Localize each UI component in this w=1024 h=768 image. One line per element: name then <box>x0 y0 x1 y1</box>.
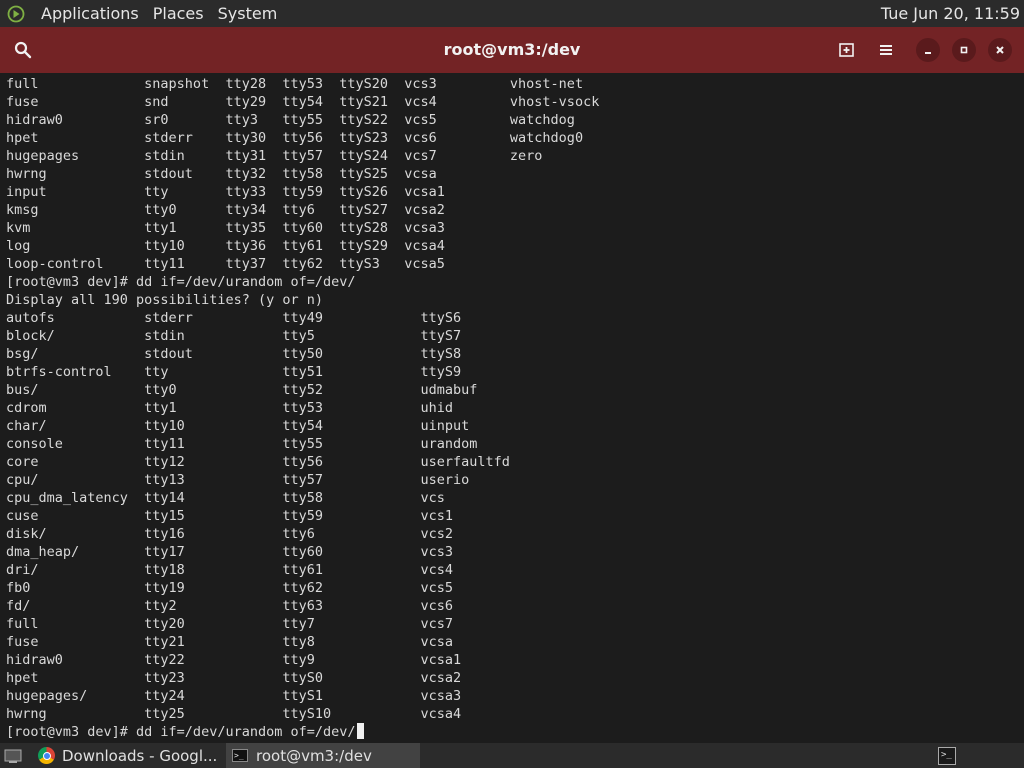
bottom-taskbar: Downloads - Googl... >_ root@vm3:/dev >_ <box>0 743 1024 768</box>
taskbar-item-browser[interactable]: Downloads - Googl... <box>30 743 220 768</box>
activities-icon[interactable] <box>6 4 26 24</box>
menu-button[interactable] <box>871 27 901 73</box>
show-desktop-icon <box>4 749 22 763</box>
taskbar-item-label: root@vm3:/dev <box>256 746 372 765</box>
hamburger-menu-icon <box>880 45 892 55</box>
maximize-button[interactable] <box>949 27 979 73</box>
taskbar-item-terminal[interactable]: >_ root@vm3:/dev <box>226 743 420 768</box>
system-menu[interactable]: System <box>211 4 285 23</box>
terminal-prompt-line[interactable]: [root@vm3 dev]# dd if=/dev/urandom of=/d… <box>6 724 356 740</box>
terminal-text: full snapshot tty28 tty53 ttyS20 vcs3 vh… <box>6 76 600 740</box>
minimize-icon <box>925 52 931 54</box>
top-panel: Applications Places System Tue Jun 20, 1… <box>0 0 1024 27</box>
workspace-switcher[interactable]: >_ <box>936 743 958 768</box>
chrome-icon <box>38 747 55 764</box>
taskbar-item-label: Downloads - Googl... <box>62 746 218 765</box>
terminal-icon: >_ <box>232 749 248 762</box>
search-button[interactable] <box>8 27 38 73</box>
clock[interactable]: Tue Jun 20, 11:59 <box>881 0 1020 27</box>
places-menu[interactable]: Places <box>146 4 211 23</box>
close-icon <box>996 46 1004 54</box>
new-tab-icon <box>839 43 854 57</box>
workspace-switcher-icon: >_ <box>938 746 956 765</box>
show-desktop-button[interactable] <box>0 743 26 768</box>
new-tab-button[interactable] <box>832 27 862 73</box>
search-icon <box>14 41 32 59</box>
terminal-output-area[interactable]: full snapshot tty28 tty53 ttyS20 vcs3 vh… <box>0 73 1024 743</box>
terminal-titlebar: root@vm3:/dev <box>0 27 1024 73</box>
terminal-cursor <box>356 723 364 739</box>
close-button[interactable] <box>985 27 1015 73</box>
maximize-icon <box>960 46 968 54</box>
minimize-button[interactable] <box>913 27 943 73</box>
applications-menu[interactable]: Applications <box>34 4 146 23</box>
